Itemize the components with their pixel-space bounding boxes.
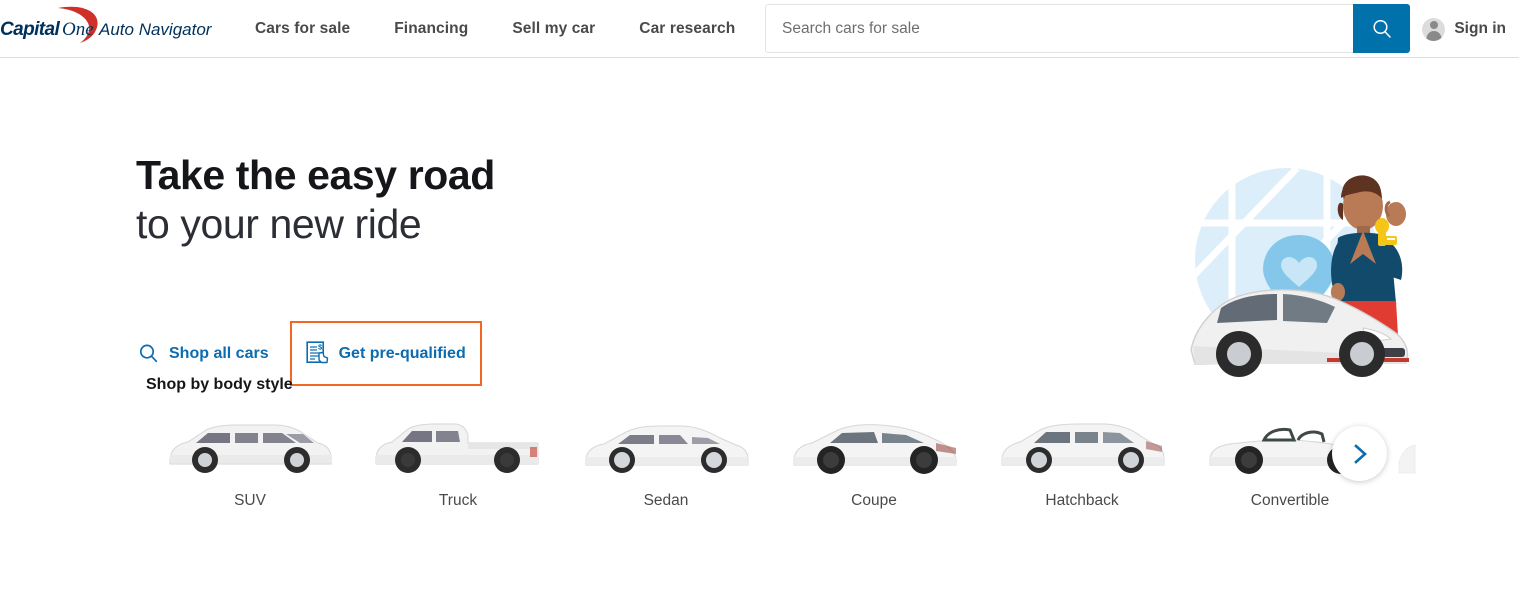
search-icon <box>1372 19 1391 38</box>
search-icon <box>139 344 158 363</box>
body-style-card-hatchback[interactable]: Hatchback <box>978 413 1186 510</box>
body-style-label: Sedan <box>643 492 689 509</box>
suv-side-profile <box>169 424 332 473</box>
carousel-next-button[interactable] <box>1332 426 1387 481</box>
body-style-label: SUV <box>234 492 266 509</box>
next-body-style-partial-preview <box>1398 444 1416 474</box>
hero-section: Take the easy road to your new ride Shop… <box>0 58 1519 386</box>
hero-title-line-2: to your new ride <box>136 200 422 247</box>
hero-heading-block: Take the easy road to your new ride <box>136 152 776 248</box>
hatchback-side-profile <box>1001 423 1165 473</box>
body-style-card-suv[interactable]: SUV <box>146 413 354 510</box>
search-submit-button[interactable] <box>1353 4 1410 53</box>
header-search <box>765 4 1410 53</box>
sedan-side-profile <box>585 425 749 473</box>
hero-title-line-1: Take the easy road <box>136 152 495 198</box>
svg-text:One: One <box>62 19 94 40</box>
shop-all-cars-label: Shop all cars <box>169 344 269 362</box>
body-style-card-sedan[interactable]: Sedan <box>562 413 770 510</box>
user-avatar-icon <box>1422 17 1446 41</box>
search-input[interactable] <box>765 4 1353 53</box>
capital-one-auto-navigator-logo[interactable]: Capital One Auto Navigator <box>0 4 215 48</box>
body-style-label: Hatchback <box>1045 492 1119 509</box>
primary-nav: Cars for sale Financing Sell my car Car … <box>255 0 735 58</box>
get-pre-qualified-label: Get pre-qualified <box>338 344 466 362</box>
svg-text:$: $ <box>318 343 323 352</box>
logo-svg: Capital One Auto Navigator <box>0 6 213 43</box>
woman-with-keys-and-car-illustration <box>1190 168 1409 377</box>
coupe-side-profile <box>793 424 957 474</box>
get-pre-qualified-button[interactable]: $ Get pre-qualified <box>289 321 482 386</box>
sign-in-label: Sign in <box>1454 20 1506 37</box>
body-style-card-truck[interactable]: Truck <box>354 413 562 510</box>
truck-side-profile <box>375 423 539 473</box>
body-style-label: Convertible <box>1250 492 1330 509</box>
section-heading: Shop by body style <box>146 376 293 393</box>
hero-illustration <box>1177 168 1427 403</box>
svg-text:Auto Navigator: Auto Navigator <box>98 20 213 39</box>
body-style-label: Truck <box>438 492 478 509</box>
site-header: Capital One Auto Navigator Cars for sale… <box>0 0 1519 58</box>
nav-item-financing[interactable]: Financing <box>394 14 468 44</box>
body-style-card-coupe[interactable]: Coupe <box>770 413 978 510</box>
body-style-carousel[interactable]: SUV Truck Sedan Coupe Hatchback Converti… <box>146 413 1519 523</box>
body-style-label: Coupe <box>851 492 897 509</box>
nav-item-sell-my-car[interactable]: Sell my car <box>512 14 595 44</box>
chevron-right-icon <box>1353 443 1367 464</box>
nav-item-cars-for-sale[interactable]: Cars for sale <box>255 14 350 44</box>
sign-in-button[interactable]: Sign in <box>1422 0 1506 58</box>
document-dollar-icon: $ <box>305 341 328 364</box>
nav-item-car-research[interactable]: Car research <box>639 14 735 44</box>
shop-all-cars-link[interactable]: Shop all cars <box>136 335 271 372</box>
svg-text:Capital: Capital <box>0 19 60 40</box>
